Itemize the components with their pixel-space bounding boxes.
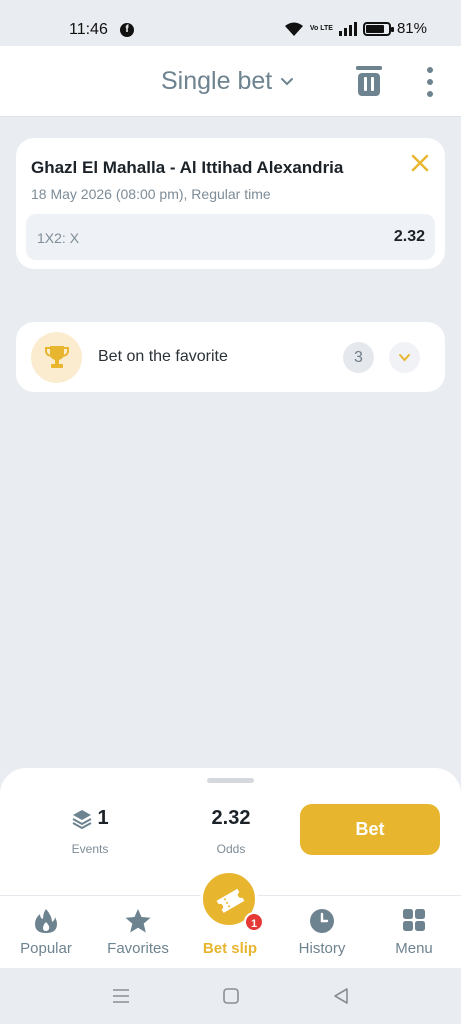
betslip-count-badge: 1 xyxy=(244,912,264,932)
status-bar: 11:46 f Vo LTE 81% xyxy=(0,0,461,46)
bet-type-selector[interactable]: Single bet xyxy=(161,67,294,96)
chevron-down-icon xyxy=(399,354,410,362)
events-count: 1 xyxy=(97,807,109,829)
flame-icon xyxy=(35,909,57,933)
bet-card: Ghazl El Mahalla - Al Ittihad Alexandria… xyxy=(16,138,445,269)
trophy-badge xyxy=(31,332,82,383)
delete-all-button[interactable] xyxy=(355,65,383,97)
star-icon xyxy=(125,909,151,933)
layers-icon xyxy=(72,809,92,829)
total-odds: 2.32 xyxy=(211,807,251,829)
recent-apps-icon[interactable] xyxy=(112,987,130,1005)
bet-on-favorite-card[interactable]: Bet on the favorite 3 xyxy=(16,322,445,392)
home-icon[interactable] xyxy=(222,987,240,1005)
nav-label-popular: Popular xyxy=(20,940,72,957)
trophy-icon xyxy=(45,346,69,368)
nav-item-favorites[interactable]: Favorites xyxy=(92,896,184,969)
nav-item-menu[interactable]: Menu xyxy=(368,896,460,969)
market-label: 1X2: X xyxy=(37,230,80,246)
favorite-count-badge: 3 xyxy=(343,342,374,373)
page-title: Single bet xyxy=(161,67,273,95)
drag-handle[interactable] xyxy=(207,778,254,783)
nav-label-betslip: Bet slip xyxy=(202,940,258,957)
expand-favorite-button[interactable] xyxy=(389,342,420,373)
facebook-notification-icon: f xyxy=(120,23,134,37)
nav-label-menu: Menu xyxy=(395,940,433,957)
nav-item-popular[interactable]: Popular xyxy=(0,896,92,969)
more-options-icon[interactable] xyxy=(420,66,440,98)
favorite-label: Bet on the favorite xyxy=(98,348,228,365)
outcome-row: 1X2: X 2.32 xyxy=(26,214,435,260)
place-bet-button[interactable]: Bet xyxy=(300,804,440,855)
match-title[interactable]: Ghazl El Mahalla - Al Ittihad Alexandria xyxy=(31,158,343,178)
app-header: Single bet xyxy=(0,46,461,117)
grid-icon xyxy=(403,909,425,931)
nav-label-history: History xyxy=(298,940,346,957)
remove-bet-button[interactable] xyxy=(411,154,429,172)
events-label: Events xyxy=(71,842,109,856)
wifi-icon xyxy=(284,22,303,36)
signal-icon xyxy=(338,21,357,36)
system-navigation-bar xyxy=(0,968,461,1024)
chevron-down-icon xyxy=(281,77,294,85)
network-type: Vo LTE xyxy=(309,25,333,32)
status-indicators: Vo LTE 81% xyxy=(284,20,427,37)
battery-icon xyxy=(362,21,394,36)
nav-label-favorites: Favorites xyxy=(107,940,169,957)
events-summary: 1 Events xyxy=(60,807,120,856)
match-details: 18 May 2026 (08:00 pm), Regular time xyxy=(31,186,271,202)
back-icon[interactable] xyxy=(332,987,350,1005)
battery-percent: 81% xyxy=(396,20,427,37)
odds-summary: 2.32 Odds xyxy=(196,807,266,856)
outcome-odds: 2.32 xyxy=(393,228,425,245)
odds-label: Odds xyxy=(216,842,246,856)
nav-item-history[interactable]: History xyxy=(276,896,368,969)
clock-icon xyxy=(310,909,334,933)
ticket-icon xyxy=(216,888,245,913)
status-time: 11:46 xyxy=(69,21,108,38)
